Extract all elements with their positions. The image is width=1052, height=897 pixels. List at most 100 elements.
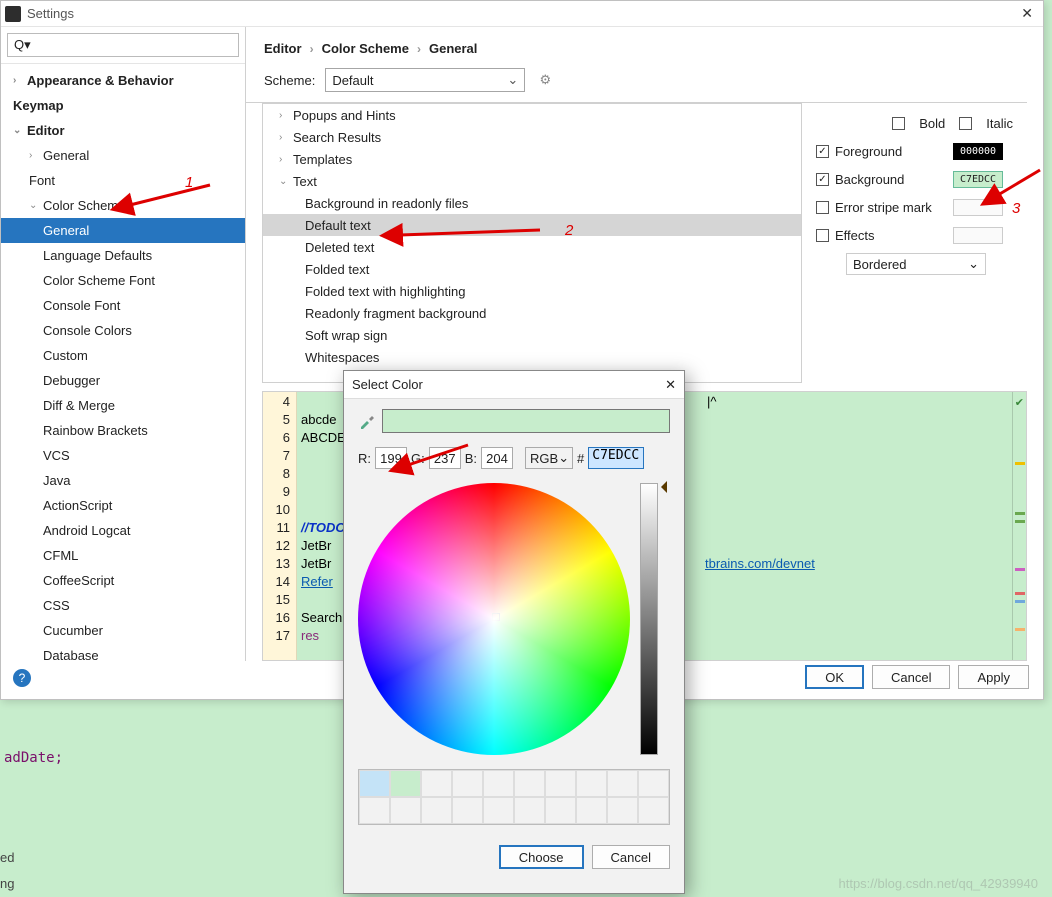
- effects-checkbox[interactable]: [816, 229, 829, 242]
- chevron-right-icon: ›: [310, 42, 314, 56]
- tree-node[interactable]: Android Logcat: [1, 518, 245, 543]
- line-number: 6: [263, 430, 290, 448]
- close-icon[interactable]: ✕: [1015, 5, 1039, 22]
- g-input[interactable]: [429, 447, 461, 469]
- choose-button[interactable]: Choose: [499, 845, 584, 869]
- category-row[interactable]: Readonly fragment background: [263, 302, 801, 324]
- crumb-color-scheme[interactable]: Color Scheme: [322, 41, 409, 56]
- color-palette[interactable]: [358, 769, 670, 825]
- tree-node[interactable]: ›Appearance & Behavior: [1, 68, 245, 93]
- app-icon: [5, 6, 21, 22]
- category-row[interactable]: Folded text: [263, 258, 801, 280]
- category-row[interactable]: Folded text with highlighting: [263, 280, 801, 302]
- link-text[interactable]: tbrains.com/devnet: [705, 556, 815, 571]
- tree-node[interactable]: Language Defaults: [1, 243, 245, 268]
- properties-panel: Bold Italic ✓Foreground 000000 ✓Backgrou…: [802, 103, 1027, 383]
- category-row[interactable]: Whitespaces: [263, 346, 801, 368]
- slider-handle[interactable]: [655, 481, 667, 493]
- picker-cancel-button[interactable]: Cancel: [592, 845, 670, 869]
- wheel-cursor[interactable]: [492, 613, 500, 621]
- background-checkbox[interactable]: ✓: [816, 173, 829, 186]
- tree-node[interactable]: Console Font: [1, 293, 245, 318]
- tree-node[interactable]: ActionScript: [1, 493, 245, 518]
- line-number: 4: [263, 394, 290, 412]
- error-stripe[interactable]: ✔: [1012, 392, 1026, 660]
- ok-button[interactable]: OK: [805, 665, 864, 689]
- tree-node[interactable]: Custom: [1, 343, 245, 368]
- color-wheel[interactable]: [358, 483, 630, 755]
- gear-icon[interactable]: ⚙: [535, 70, 555, 90]
- tree-node[interactable]: Debugger: [1, 368, 245, 393]
- tree-node[interactable]: Diff & Merge: [1, 393, 245, 418]
- tree-node[interactable]: VCS: [1, 443, 245, 468]
- tree-node[interactable]: Database: [1, 643, 245, 662]
- line-number: 17: [263, 628, 290, 646]
- tree-node[interactable]: Cucumber: [1, 618, 245, 643]
- category-row[interactable]: ›Search Results: [263, 126, 801, 148]
- line-number: 13: [263, 556, 290, 574]
- tree-node[interactable]: General: [1, 218, 245, 243]
- line-number: 16: [263, 610, 290, 628]
- category-row[interactable]: Default text: [263, 214, 801, 236]
- chevron-down-icon: ⌄: [507, 72, 518, 88]
- scheme-select[interactable]: Default⌄: [325, 68, 525, 92]
- foreground-swatch[interactable]: 000000: [953, 143, 1003, 160]
- error-stripe-checkbox[interactable]: [816, 201, 829, 214]
- tree-node[interactable]: CSS: [1, 593, 245, 618]
- color-mode-select[interactable]: RGB⌄: [525, 447, 573, 469]
- tree-node[interactable]: CoffeeScript: [1, 568, 245, 593]
- error-stripe-swatch[interactable]: [953, 199, 1003, 216]
- cancel-button[interactable]: Cancel: [872, 665, 950, 689]
- category-row[interactable]: ›Templates: [263, 148, 801, 170]
- chevron-right-icon: ›: [417, 42, 421, 56]
- bg-code-line: adDate;: [4, 750, 63, 766]
- caret-indicator: |^: [707, 394, 716, 409]
- brightness-slider[interactable]: [640, 483, 658, 755]
- tree-node[interactable]: Color Scheme Font: [1, 268, 245, 293]
- tree-node[interactable]: Keymap: [1, 93, 245, 118]
- tree-node[interactable]: ⌄Color Scheme: [1, 193, 245, 218]
- close-icon[interactable]: ✕: [665, 377, 676, 393]
- category-row[interactable]: ›Popups and Hints: [263, 104, 801, 126]
- help-icon[interactable]: ?: [13, 669, 31, 687]
- tree-node[interactable]: Font: [1, 168, 245, 193]
- italic-checkbox[interactable]: [959, 117, 972, 130]
- settings-tree: ›Appearance & BehaviorKeymap⌄Editor›Gene…: [1, 64, 245, 662]
- category-row[interactable]: Deleted text: [263, 236, 801, 258]
- effects-swatch[interactable]: [953, 227, 1003, 244]
- r-input[interactable]: [375, 447, 407, 469]
- tree-node[interactable]: Rainbow Brackets: [1, 418, 245, 443]
- tree-node[interactable]: Console Colors: [1, 318, 245, 343]
- category-row[interactable]: Background in readonly files: [263, 192, 801, 214]
- effects-type-select[interactable]: Bordered⌄: [846, 253, 986, 275]
- tree-node[interactable]: Java: [1, 468, 245, 493]
- watermark: https://blog.csdn.net/qq_42939940: [839, 876, 1039, 891]
- hex-input[interactable]: C7EDCC: [588, 447, 644, 469]
- bg-text-2: ng: [0, 876, 14, 891]
- line-number: 12: [263, 538, 290, 556]
- foreground-checkbox[interactable]: ✓: [816, 145, 829, 158]
- search-input[interactable]: Q▾: [7, 33, 239, 57]
- picker-title: Select Color: [352, 377, 423, 392]
- line-number: 11: [263, 520, 290, 538]
- line-number: 7: [263, 448, 290, 466]
- breadcrumb: Editor › Color Scheme › General: [246, 27, 1043, 66]
- apply-button[interactable]: Apply: [958, 665, 1029, 689]
- background-swatch[interactable]: C7EDCC: [953, 171, 1003, 188]
- crumb-editor[interactable]: Editor: [264, 41, 302, 56]
- bold-checkbox[interactable]: [892, 117, 905, 130]
- b-input[interactable]: [481, 447, 513, 469]
- category-row[interactable]: Soft wrap sign: [263, 324, 801, 346]
- tree-node[interactable]: ›General: [1, 143, 245, 168]
- chevron-icon: ›: [279, 132, 291, 143]
- bg-text-1: ed: [0, 850, 14, 865]
- sidebar: Q▾ ›Appearance & BehaviorKeymap⌄Editor›G…: [1, 27, 246, 661]
- tree-node[interactable]: ⌄Editor: [1, 118, 245, 143]
- annotation-2: 2: [565, 222, 573, 239]
- category-tree: ›Popups and Hints›Search Results›Templat…: [262, 103, 802, 383]
- category-row[interactable]: ⌄Text: [263, 170, 801, 192]
- tree-node[interactable]: CFML: [1, 543, 245, 568]
- eyedropper-icon[interactable]: [358, 412, 376, 430]
- crumb-general[interactable]: General: [429, 41, 477, 56]
- chevron-icon: ›: [279, 110, 291, 121]
